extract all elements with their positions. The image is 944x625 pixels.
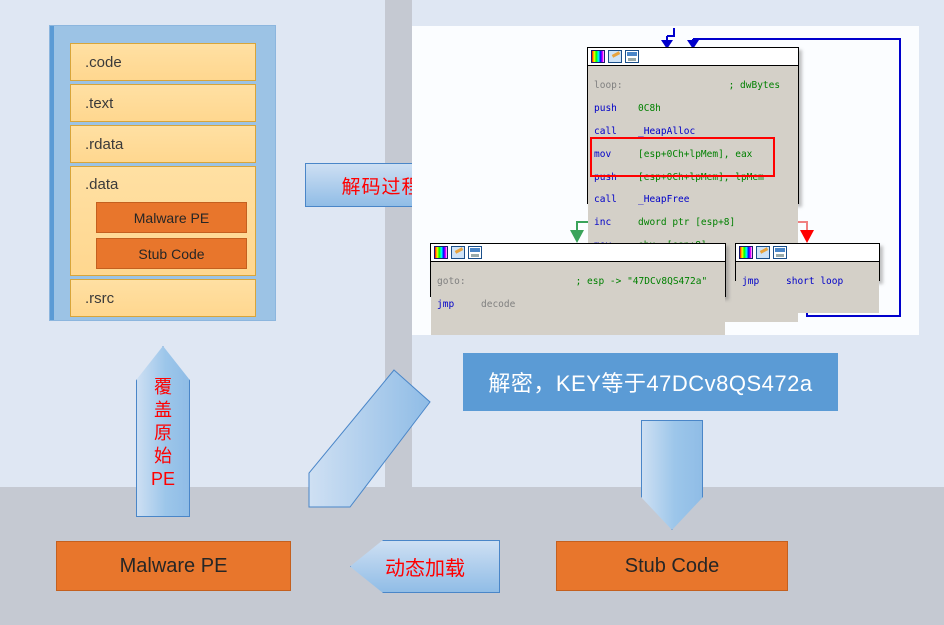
asm-line: mov [esp+0Ch+lpMem], eax [594, 148, 753, 160]
asm-line: jmp short loop [742, 276, 844, 288]
pe-data-child-malware-pe[interactable]: Malware PE [96, 202, 247, 233]
asm-line: push [esp+0Ch+lpMem]; lpMem [594, 171, 764, 183]
ida-node-titlebar [588, 48, 798, 66]
pencil-icon[interactable] [756, 246, 770, 259]
ida-node-loop[interactable]: loop:; dwBytes push 0C8h call _HeapAlloc m… [587, 47, 799, 322]
window-icon[interactable] [625, 50, 639, 63]
overwrite-label-char-2: 盖 [154, 400, 172, 420]
palette-icon[interactable] [591, 50, 605, 63]
pe-data-child-label: Stub Code [138, 245, 205, 262]
asm-line: jmp decode [437, 299, 516, 311]
pe-section-text[interactable]: .text [70, 84, 256, 122]
decode-process-label: 解码过程 [341, 176, 422, 198]
palette-icon[interactable] [739, 246, 753, 259]
dynamic-load-label: 动态加载 [385, 558, 465, 580]
pe-section-rdata[interactable]: .rdata [70, 125, 256, 163]
asm-line: call _HeapAlloc [594, 126, 696, 138]
pe-section-label: .rsrc [85, 289, 115, 307]
result-box-label: Malware PE [119, 554, 228, 577]
pe-section-rsrc[interactable]: .rsrc [70, 279, 256, 317]
asm-line: inc dword ptr [esp+8] [594, 217, 736, 229]
overwrite-original-pe-arrow: 覆 盖 原 始 PE [136, 346, 190, 517]
result-box-stub-code[interactable]: Stub Code [556, 541, 788, 591]
pe-section-label: .text [85, 94, 114, 112]
pencil-icon[interactable] [608, 50, 622, 63]
overwrite-label-char-5: PE [150, 469, 175, 489]
ida-node-titlebar [736, 244, 879, 262]
pe-section-label: .code [85, 53, 122, 71]
pe-section-label: .data [85, 176, 119, 193]
diagram-canvas: .code .text .rdata .data Malware PE Stub… [0, 0, 944, 625]
ida-node-code: goto:; esp -> "47DCv8QS472a" jmp decode [431, 262, 725, 336]
ida-node-goto[interactable]: goto:; esp -> "47DCv8QS472a" jmp decode [430, 243, 726, 336]
overwrite-label-char-4: 始 [154, 446, 172, 466]
pe-section-label: .rdata [85, 135, 124, 153]
result-box-label: Stub Code [624, 554, 720, 577]
pe-section-data[interactable]: .data Malware PE Stub Code [70, 166, 256, 276]
decrypt-key-banner: 解密，KEY等于47DCv8QS472a [463, 353, 838, 411]
asm-line: call _HeapFree [594, 194, 690, 206]
decrypt-key-text: 解密，KEY等于47DCv8QS472a [488, 371, 813, 396]
overwrite-label-char-3: 原 [154, 423, 172, 443]
ida-node-titlebar [431, 244, 725, 262]
result-box-malware-pe[interactable]: Malware PE [56, 541, 291, 591]
overwrite-label-char-1: 覆 [154, 377, 172, 397]
ida-node-jmp-loop[interactable]: jmp short loop [735, 243, 880, 313]
pe-section-code[interactable]: .code [70, 43, 256, 81]
asm-line: goto:; esp -> "47DCv8QS472a" [437, 276, 708, 288]
pe-data-child-stub-code[interactable]: Stub Code [96, 238, 247, 269]
pe-file-container: .code .text .rdata .data Malware PE Stub… [49, 25, 276, 321]
window-icon[interactable] [773, 246, 787, 259]
ida-graph-panel: loop:; dwBytes push 0C8h call _HeapAlloc m… [412, 26, 919, 336]
window-icon[interactable] [468, 246, 482, 259]
asm-line: loop:; dwBytes [594, 80, 781, 92]
ida-node-code: jmp short loop [736, 262, 879, 313]
pencil-icon[interactable] [451, 246, 465, 259]
diagonal-flow-arrow [303, 362, 443, 512]
palette-icon[interactable] [434, 246, 448, 259]
asm-line: push 0C8h [594, 103, 661, 115]
pe-data-child-label: Malware PE [133, 209, 210, 226]
